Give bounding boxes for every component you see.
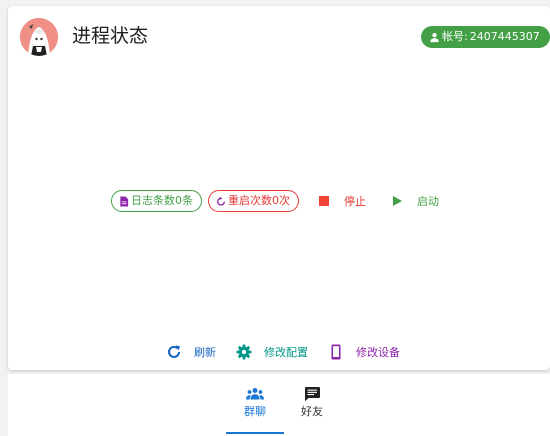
avatar-image (20, 18, 58, 56)
restart-icon (217, 196, 225, 206)
bottom-tab-bar: 群聊 好友 (8, 374, 550, 436)
stop-button[interactable]: 停止 (319, 193, 366, 209)
start-button[interactable]: 启动 (391, 193, 439, 209)
account-label: 帐号: (442, 30, 468, 43)
phone-icon (331, 344, 341, 360)
refresh-label: 刷新 (194, 346, 216, 359)
avatar[interactable] (20, 18, 58, 56)
tab-friends-label: 好友 (301, 405, 323, 418)
tab-friends[interactable]: 好友 (283, 374, 341, 432)
group-icon (246, 388, 264, 400)
tab-group-chat-label: 群聊 (244, 405, 266, 418)
stop-icon (319, 196, 329, 206)
edit-device-button[interactable]: 修改设备 (328, 344, 400, 360)
tab-group-chat[interactable]: 群聊 (226, 374, 284, 434)
start-label: 启动 (417, 195, 439, 208)
edit-device-label: 修改设备 (356, 346, 400, 359)
edit-config-button[interactable]: 修改配置 (236, 344, 308, 360)
gear-icon (236, 344, 252, 360)
process-status-card: 进程状态 帐号: 2407445307 日志条数0条 重启次数0次 停止 启动 … (8, 6, 550, 370)
log-count-chip[interactable]: 日志条数0条 (111, 190, 202, 212)
stop-label: 停止 (344, 195, 366, 208)
status-row: 日志条数0条 重启次数0次 停止 启动 (111, 190, 439, 212)
bottom-actions: 刷新 修改配置 修改设备 (166, 342, 400, 362)
account-badge: 帐号: 2407445307 (421, 26, 550, 48)
refresh-button[interactable]: 刷新 (166, 344, 216, 360)
person-icon (430, 32, 439, 42)
restart-count-chip[interactable]: 重启次数0次 (208, 190, 299, 212)
log-count-label: 日志条数0条 (131, 194, 193, 207)
edit-config-label: 修改配置 (264, 346, 308, 359)
page-title: 进程状态 (72, 25, 149, 47)
chat-icon (305, 387, 320, 402)
restart-count-label: 重启次数0次 (228, 194, 290, 207)
refresh-icon (168, 345, 180, 358)
account-number: 2407445307 (469, 30, 540, 43)
play-icon (393, 196, 402, 206)
document-icon (120, 195, 129, 207)
